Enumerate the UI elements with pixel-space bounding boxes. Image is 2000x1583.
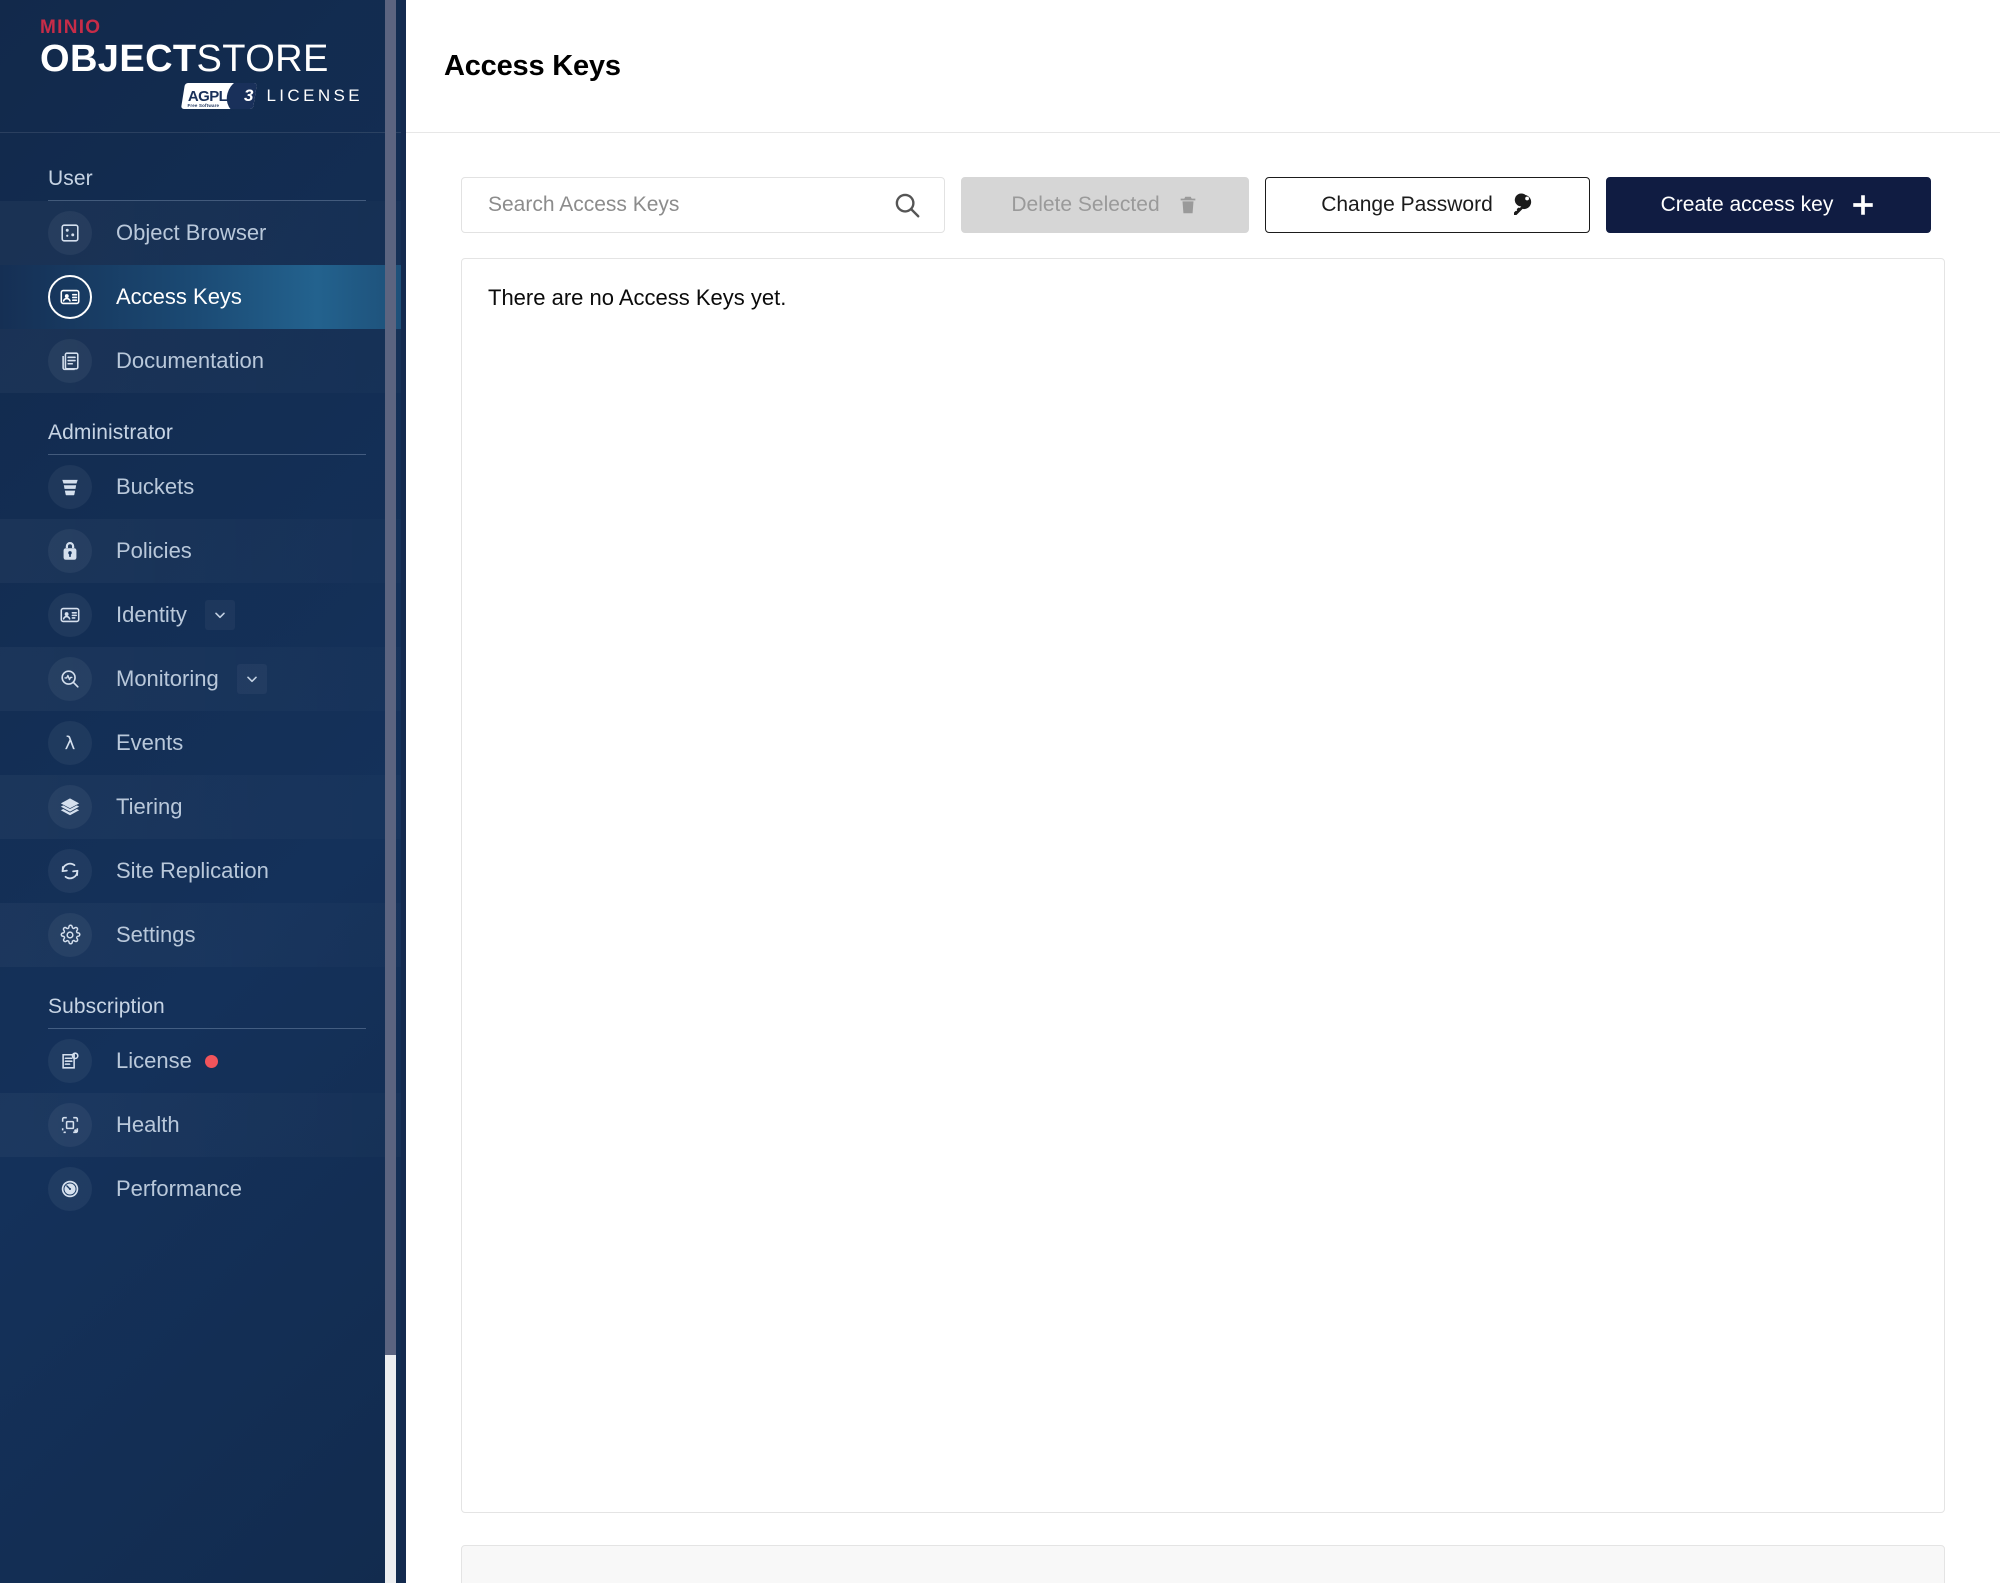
sidebar-item-buckets[interactable]: Buckets	[0, 455, 406, 519]
sidebar-item-label: Performance	[116, 1176, 242, 1201]
sidebar-scrollbar-thumb[interactable]	[385, 0, 396, 1355]
access-keys-panel: There are no Access Keys yet.	[461, 258, 1945, 1513]
sidebar-item-identity[interactable]: Identity	[0, 583, 406, 647]
agpl-badge-version: 3	[243, 86, 254, 106]
delete-selected-label: Delete Selected	[1011, 193, 1160, 216]
access-keys-icon	[48, 275, 92, 319]
trash-icon	[1177, 194, 1199, 216]
product-wordmark-bold: OBJECT	[40, 38, 197, 80]
page-header: Access Keys	[406, 0, 2000, 133]
sidebar-item-label: Settings	[116, 922, 196, 947]
sidebar-item-access-keys[interactable]: Access Keys	[0, 265, 406, 329]
svg-text:λ: λ	[65, 733, 76, 754]
license-icon	[48, 1039, 92, 1083]
sidebar-item-events[interactable]: λ Events	[0, 711, 406, 775]
sidebar: MINIO OBJECTSTORE AGPL Free Software 3 L…	[0, 0, 406, 1583]
search-access-keys-box[interactable]	[461, 177, 945, 233]
sidebar-item-policies[interactable]: Policies	[0, 519, 406, 583]
chevron-down-icon[interactable]	[204, 600, 235, 630]
sidebar-item-site-replication[interactable]: Site Replication	[0, 839, 406, 903]
sidebar-item-label: Events	[116, 730, 184, 755]
change-password-label: Change Password	[1321, 193, 1493, 216]
agpl-badge-text: AGPL	[188, 87, 228, 105]
sidebar-item-documentation[interactable]: Documentation	[0, 329, 406, 393]
delete-selected-button[interactable]: Delete Selected	[961, 177, 1249, 233]
sidebar-item-health[interactable]: Health	[0, 1093, 406, 1157]
documentation-icon	[48, 339, 92, 383]
agpl-badge-subtext: Free Software	[187, 103, 220, 109]
nav-section-title: User	[48, 167, 93, 190]
id-card-icon	[48, 593, 92, 637]
empty-state-message: There are no Access Keys yet.	[488, 285, 787, 310]
sidebar-item-label: Object Browser	[116, 220, 267, 245]
bucket-icon	[48, 465, 92, 509]
sidebar-item-license[interactable]: License	[0, 1029, 406, 1093]
sync-icon	[48, 849, 92, 893]
content-area: Delete Selected Change Password	[406, 133, 2000, 1583]
sidebar-item-settings[interactable]: Settings	[0, 903, 406, 967]
app-root: MINIO OBJECTSTORE AGPL Free Software 3 L…	[0, 0, 2000, 1583]
sidebar-item-label: Access Keys	[116, 284, 242, 309]
sidebar-nav: User Object Browser Access Keys Documentati…	[0, 133, 406, 1583]
sidebar-item-label: Buckets	[116, 474, 195, 499]
sidebar-item-object-browser[interactable]: Object Browser	[0, 201, 406, 265]
product-wordmark: OBJECTSTORE	[40, 38, 366, 80]
lambda-icon: λ	[48, 721, 92, 765]
sidebar-item-label: Documentation	[116, 348, 264, 373]
gear-icon	[48, 913, 92, 957]
secondary-panel	[461, 1545, 1945, 1583]
license-label: LICENSE	[266, 86, 363, 106]
create-access-key-button[interactable]: Create access key	[1606, 177, 1931, 233]
page-title: Access Keys	[444, 49, 621, 82]
object-browser-icon	[48, 211, 92, 255]
layers-icon	[48, 785, 92, 829]
sidebar-item-label: Monitoring	[116, 666, 219, 691]
monitoring-icon	[48, 657, 92, 701]
sidebar-item-label: Health	[116, 1112, 180, 1137]
sidebar-item-tiering[interactable]: Tiering	[0, 775, 406, 839]
sidebar-item-label: Identity	[116, 602, 187, 627]
sidebar-item-label: Tiering	[116, 794, 183, 819]
search-input[interactable]	[462, 178, 944, 232]
minio-wordmark: MINIO	[40, 17, 102, 38]
agpl-license-badge: AGPL Free Software 3	[181, 83, 258, 110]
notification-dot	[204, 1054, 218, 1068]
sidebar-item-label: Policies	[116, 538, 192, 563]
sidebar-item-monitoring[interactable]: Monitoring	[0, 647, 406, 711]
product-wordmark-light: STORE	[196, 38, 329, 80]
lock-icon	[48, 529, 92, 573]
toolbar: Delete Selected Change Password	[461, 177, 1945, 233]
sidebar-item-performance[interactable]: Performance	[0, 1157, 406, 1221]
search-icon	[892, 190, 922, 220]
license-row: AGPL Free Software 3 LICENSE	[40, 83, 366, 110]
sidebar-item-label: Site Replication	[116, 858, 269, 883]
nav-section-title: Administrator	[48, 421, 174, 444]
plus-icon	[1850, 192, 1876, 218]
sidebar-item-label: License	[116, 1048, 192, 1073]
key-icon	[1510, 193, 1534, 217]
main-content: Access Keys Delete Selected	[406, 0, 2000, 1583]
brand-logo[interactable]: MINIO OBJECTSTORE AGPL Free Software 3 L…	[0, 0, 406, 133]
change-password-button[interactable]: Change Password	[1265, 177, 1590, 233]
performance-icon	[48, 1167, 92, 1211]
nav-section-title: Subscription	[48, 995, 165, 1018]
create-access-key-label: Create access key	[1660, 193, 1834, 216]
health-icon	[48, 1103, 92, 1147]
chevron-down-icon[interactable]	[236, 664, 267, 694]
